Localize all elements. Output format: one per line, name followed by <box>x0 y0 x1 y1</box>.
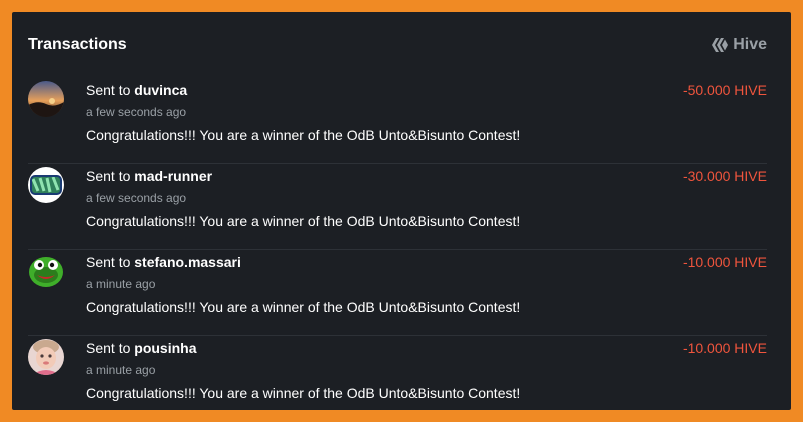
transaction-title: Sent to stefano.massari <box>86 254 241 270</box>
panel-title: Transactions <box>28 36 127 53</box>
amount: -10.000 HIVE <box>682 340 767 356</box>
avatar[interactable] <box>28 339 64 375</box>
sent-to-label: Sent to <box>86 254 131 270</box>
transactions-panel: Transactions Hive Sent to duvinca a few … <box>12 12 791 410</box>
recipient-link[interactable]: duvinca <box>134 82 187 98</box>
transaction-row[interactable]: Sent to pousinha a minute ago Congratula… <box>28 336 767 410</box>
timestamp: a few seconds ago <box>86 191 187 205</box>
amount: -30.000 HIVE <box>682 168 767 184</box>
sent-to-label: Sent to <box>86 340 131 356</box>
transaction-list: Sent to duvinca a few seconds ago Congra… <box>28 78 767 410</box>
timestamp: a minute ago <box>86 363 156 377</box>
timestamp: a minute ago <box>86 277 156 291</box>
transaction-row[interactable]: Sent to stefano.massari a minute ago Con… <box>28 250 767 336</box>
memo: Congratulations!!! You are a winner of t… <box>86 299 521 315</box>
amount: -50.000 HIVE <box>682 82 767 98</box>
panel-header: Transactions Hive <box>28 34 767 56</box>
memo: Congratulations!!! You are a winner of t… <box>86 127 521 143</box>
hive-brand[interactable]: Hive <box>711 36 767 54</box>
avatar[interactable] <box>28 81 64 117</box>
memo: Congratulations!!! You are a winner of t… <box>86 213 521 229</box>
avatar[interactable] <box>28 167 64 203</box>
transaction-title: Sent to pousinha <box>86 340 197 356</box>
sent-to-label: Sent to <box>86 82 131 98</box>
hive-logo-icon <box>711 37 729 53</box>
transaction-title: Sent to mad-runner <box>86 168 212 184</box>
recipient-link[interactable]: stefano.massari <box>134 254 241 270</box>
transaction-row[interactable]: Sent to mad-runner a few seconds ago Con… <box>28 164 767 250</box>
timestamp: a few seconds ago <box>86 105 187 119</box>
transaction-row[interactable]: Sent to duvinca a few seconds ago Congra… <box>28 78 767 164</box>
transaction-title: Sent to duvinca <box>86 82 187 98</box>
brand-label: Hive <box>733 36 767 53</box>
sent-to-label: Sent to <box>86 168 131 184</box>
amount: -10.000 HIVE <box>682 254 767 270</box>
recipient-link[interactable]: pousinha <box>134 340 196 356</box>
avatar[interactable] <box>28 253 64 289</box>
recipient-link[interactable]: mad-runner <box>134 168 212 184</box>
memo: Congratulations!!! You are a winner of t… <box>86 385 521 401</box>
